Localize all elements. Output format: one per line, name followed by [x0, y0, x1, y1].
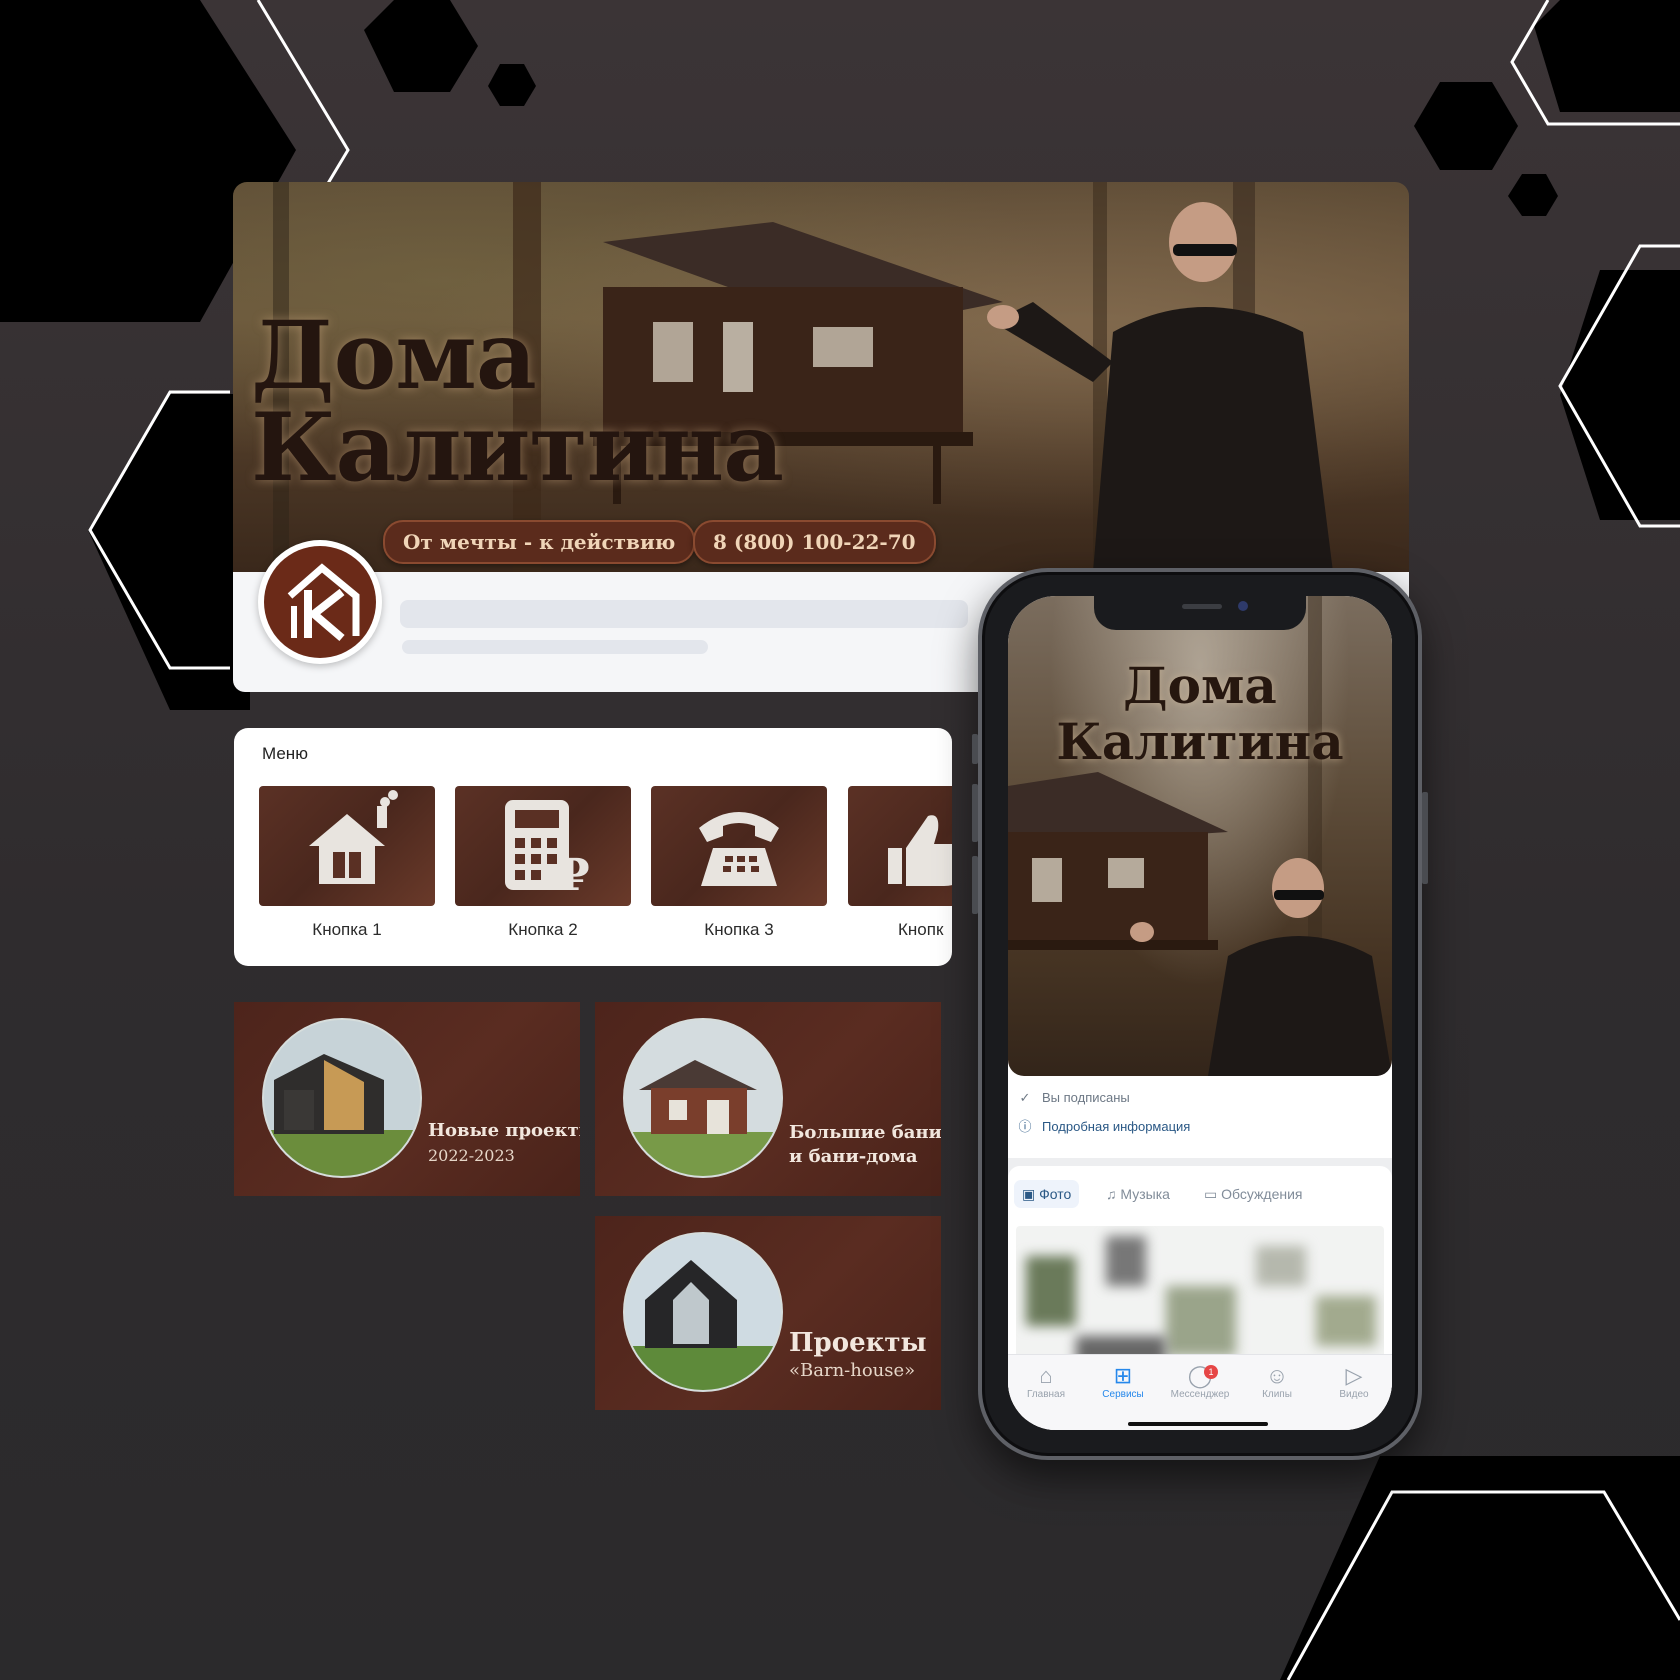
blurred-photos — [1016, 1226, 1384, 1366]
menu-card: Меню Кнопка 1 ₽ Кнопка 2 Кнопка 3 Кнопк — [234, 728, 952, 966]
menu-button-label: Кнопка 1 — [312, 920, 382, 939]
community-cover: Дома Калитина От мечты - к действию 8 (80… — [233, 182, 1409, 572]
tile-new-projects[interactable]: Новые проекты 2022-2023 — [234, 1002, 580, 1196]
phone-side-button — [972, 856, 978, 914]
phone-speaker — [1182, 604, 1222, 609]
nav-messenger[interactable]: ◯ 1 Мессенджер — [1162, 1363, 1238, 1400]
tile-title: Большие бани — [789, 1122, 941, 1143]
slogan-badge: От мечты - к действию — [383, 520, 696, 564]
menu-title: Меню — [262, 744, 308, 763]
phone-notch — [1094, 596, 1306, 630]
sauna-house-photo — [625, 1020, 781, 1176]
video-play-icon: ▷ — [1345, 1363, 1363, 1388]
menu-thumb — [259, 786, 435, 906]
unread-badge: 1 — [1204, 1365, 1218, 1379]
tile-subtitle: 2022-2023 — [428, 1146, 515, 1165]
svg-text:₽: ₽ — [559, 850, 590, 901]
nav-clips[interactable]: ☺ Клипы — [1239, 1363, 1315, 1400]
mobile-cover: Дома Калитина — [1008, 596, 1392, 1076]
tile-subtitle: и бани-дома — [789, 1146, 918, 1167]
image-icon: ▣ — [1022, 1186, 1036, 1202]
tile-title: Проекты — [789, 1328, 927, 1358]
nav-services[interactable]: ⊞ Сервисы — [1085, 1363, 1161, 1400]
menu-button-1[interactable]: Кнопка 1 — [259, 786, 435, 940]
services-grid-icon: ⊞ — [1113, 1363, 1133, 1388]
clips-icon: ☺ — [1265, 1363, 1289, 1388]
menu-thumb — [651, 786, 827, 906]
cover-title: Дома Калитина — [251, 301, 784, 504]
calculator-ruble-icon: ₽ — [505, 800, 590, 901]
house-icon — [309, 790, 398, 884]
menu-button-4[interactable]: Кнопк — [848, 786, 952, 940]
menu-button-3[interactable]: Кнопка 3 — [651, 786, 827, 940]
tile-subtitle: «Barn-house» — [789, 1360, 916, 1381]
name-placeholder — [400, 600, 968, 628]
project-photo — [623, 1232, 783, 1392]
barn-house-photo — [625, 1234, 781, 1390]
tab-photo[interactable]: ▣ Фото — [1014, 1180, 1080, 1208]
tile-title: Новые проекты — [428, 1120, 580, 1141]
community-logo[interactable] — [258, 540, 382, 664]
nav-video[interactable]: ▷ Видео — [1316, 1363, 1392, 1400]
home-icon: ⌂ — [1039, 1363, 1053, 1388]
house-k-logo-icon — [287, 563, 360, 642]
logo-mark — [264, 546, 376, 658]
bottom-nav: ⌂ Главная ⊞ Сервисы ◯ 1 Мессенджер ☺ Кли… — [1008, 1354, 1392, 1430]
menu-button-label: Кнопк — [898, 920, 944, 939]
chat-bubble-icon: ◯ — [1187, 1363, 1213, 1388]
tile-barn-house[interactable]: Проекты «Barn-house» — [595, 1216, 941, 1410]
phone-side-button — [972, 784, 978, 842]
community-info: ✓ Вы подписаны ⓘ Подробная информация — [1008, 1076, 1392, 1158]
comment-icon: ▭ — [1204, 1186, 1218, 1202]
nav-home[interactable]: ⌂ Главная — [1008, 1363, 1084, 1400]
phone-badge[interactable]: 8 (800) 100-22-70 — [693, 520, 936, 564]
barn-house-photo — [264, 1020, 420, 1176]
tabs-card: ▣ Фото ♫ Музыка ▭ Обсуждения — [1008, 1166, 1392, 1366]
phone-camera — [1238, 601, 1248, 611]
home-indicator — [1128, 1422, 1268, 1426]
details-link[interactable]: ⓘ Подробная информация — [1016, 1116, 1190, 1135]
project-photo — [262, 1018, 422, 1178]
mobile-cover-title: Дома Калитина — [1056, 656, 1344, 771]
phone-screen: Дома Калитина ✓ Вы подписаны ⓘ Подробная ин… — [1008, 596, 1392, 1430]
phone-side-button — [972, 734, 978, 764]
check-icon: ✓ — [1019, 1090, 1031, 1105]
tab-music[interactable]: ♫ Музыка — [1106, 1180, 1170, 1208]
telephone-icon — [699, 812, 779, 886]
tab-discussions[interactable]: ▭ Обсуждения — [1204, 1180, 1303, 1208]
menu-button-2[interactable]: ₽ Кнопка 2 — [455, 786, 631, 940]
status-placeholder — [402, 640, 708, 654]
project-photo — [623, 1018, 783, 1178]
menu-thumb — [848, 786, 952, 906]
menu-thumb: ₽ — [455, 786, 631, 906]
tile-big-saunas[interactable]: Большие бани и бани-дома — [595, 1002, 941, 1196]
music-note-icon: ♫ — [1106, 1186, 1117, 1202]
subscribed-status[interactable]: ✓ Вы подписаны — [1016, 1090, 1130, 1106]
phone-side-button — [1422, 792, 1428, 884]
menu-button-label: Кнопка 2 — [508, 920, 578, 939]
info-icon: ⓘ — [1018, 1119, 1032, 1134]
menu-button-label: Кнопка 3 — [704, 920, 774, 939]
thumbs-up-icon — [888, 815, 952, 886]
